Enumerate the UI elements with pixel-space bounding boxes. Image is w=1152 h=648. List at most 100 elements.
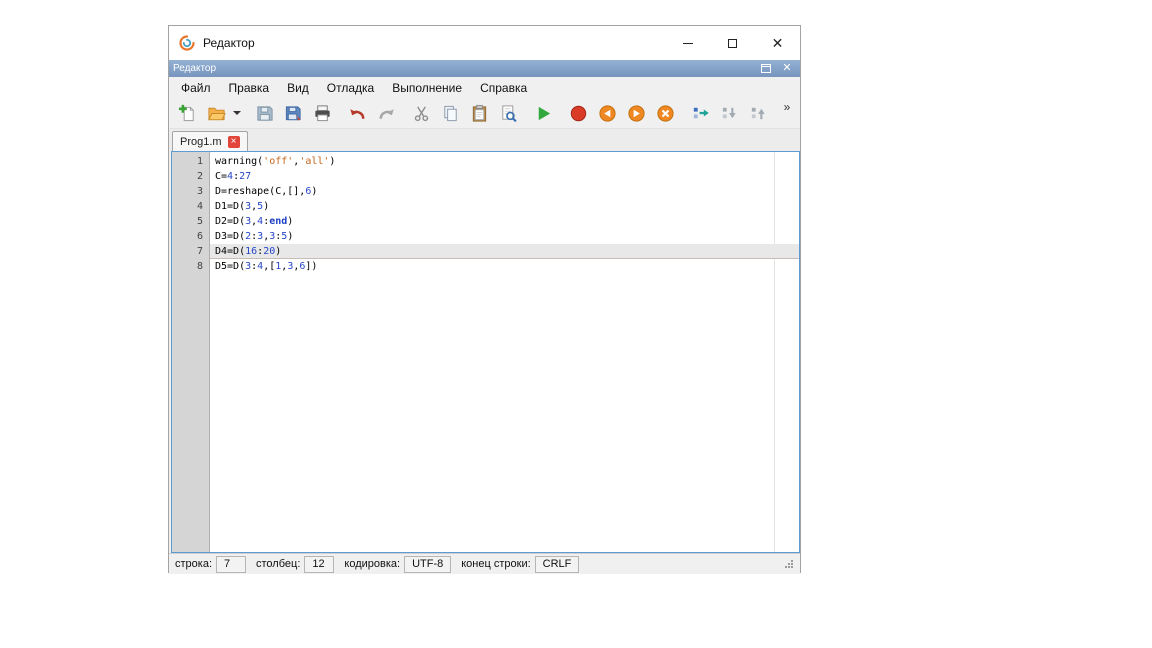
next-breakpoint-button[interactable] (623, 100, 649, 126)
dock-title: Редактор (173, 63, 216, 74)
line-number[interactable]: 3 (172, 184, 210, 199)
line-number[interactable]: 7 (172, 244, 210, 259)
eol-label: конец строки: (461, 558, 530, 570)
code-line[interactable]: 5D2=D(3,4:end) (172, 214, 799, 229)
statusbar: строка: 7 столбец: 12 кодировка: UTF-8 к… (169, 553, 800, 574)
menu-help[interactable]: Справка (471, 79, 536, 97)
tab-label: Prog1.m (180, 136, 222, 148)
tab-close-button[interactable]: × (228, 136, 240, 148)
line-number[interactable]: 2 (172, 169, 210, 184)
line-number[interactable]: 4 (172, 199, 210, 214)
find-button[interactable] (495, 100, 521, 126)
undo-button[interactable] (344, 100, 370, 126)
undock-button[interactable] (759, 62, 773, 76)
toggle-breakpoint-button[interactable] (565, 100, 591, 126)
column-value: 12 (304, 556, 334, 573)
undock-icon (761, 64, 771, 73)
paste-button[interactable] (466, 100, 492, 126)
toggle-breakpoint-icon (569, 104, 588, 123)
code-line[interactable]: 6D3=D(2:3,3:5) (172, 229, 799, 244)
eol-value: CRLF (535, 556, 580, 573)
toolbar-overflow-button[interactable]: » (779, 99, 795, 115)
run-icon (534, 104, 553, 123)
code-line[interactable]: 7D4=D(16:20) (172, 244, 799, 259)
code-line-text[interactable]: D1=D(3,5) (210, 199, 799, 214)
code-line-text[interactable]: D=reshape(C,[],6) (210, 184, 799, 199)
desktop: Редактор ✕ Редактор ✕ Файл Правка Вид От… (0, 0, 1152, 648)
next-breakpoint-icon (627, 104, 646, 123)
menu-debug[interactable]: Отладка (318, 79, 383, 97)
save-icon (255, 104, 274, 123)
window-titlebar[interactable]: Редактор ✕ (169, 26, 800, 60)
line-number[interactable]: 8 (172, 259, 210, 274)
code-line[interactable]: 1warning('off','all') (172, 154, 799, 169)
line-number[interactable]: 5 (172, 214, 210, 229)
redo-button[interactable] (373, 100, 399, 126)
save-as-button[interactable] (280, 100, 306, 126)
column-label: столбец: (256, 558, 300, 570)
code-line-text[interactable]: D3=D(2:3,3:5) (210, 229, 799, 244)
dock-titlebar[interactable]: Редактор ✕ (169, 60, 800, 77)
print-button[interactable] (309, 100, 335, 126)
cut-button[interactable] (408, 100, 434, 126)
editor-window: Редактор ✕ Редактор ✕ Файл Правка Вид От… (168, 25, 801, 573)
code-line-text[interactable]: D4=D(16:20) (210, 244, 799, 259)
save-as-icon (284, 104, 303, 123)
minimize-icon (683, 43, 693, 44)
save-button[interactable] (251, 100, 277, 126)
step-in-button[interactable] (716, 100, 742, 126)
dock-close-button[interactable]: ✕ (780, 62, 794, 76)
menu-file[interactable]: Файл (172, 79, 220, 97)
octave-logo-icon (179, 35, 195, 51)
dock-close-icon: ✕ (782, 63, 791, 74)
line-label: строка: (175, 558, 212, 570)
line-number[interactable]: 6 (172, 229, 210, 244)
code-area[interactable]: 1warning('off','all')2C=4:273D=reshape(C… (172, 152, 799, 552)
copy-button[interactable] (437, 100, 463, 126)
maximize-icon (728, 39, 737, 48)
previous-breakpoint-icon (598, 104, 617, 123)
step-icon (691, 104, 710, 123)
step-button[interactable] (687, 100, 713, 126)
find-icon (499, 104, 518, 123)
code-line[interactable]: 3D=reshape(C,[],6) (172, 184, 799, 199)
code-line-text[interactable]: C=4:27 (210, 169, 799, 184)
menu-edit[interactable]: Правка (220, 79, 279, 97)
step-out-button[interactable] (745, 100, 771, 126)
code-line-text[interactable]: warning('off','all') (210, 154, 799, 169)
open-file-button[interactable] (203, 100, 229, 126)
open-file-dropdown-icon (233, 109, 241, 117)
code-line-text[interactable]: D5=D(3:4,[1,3,6]) (210, 259, 799, 274)
previous-breakpoint-button[interactable] (594, 100, 620, 126)
paste-icon (470, 104, 489, 123)
copy-icon (441, 104, 460, 123)
resize-grip-icon (784, 559, 794, 569)
minimize-button[interactable] (665, 26, 710, 60)
menu-run[interactable]: Выполнение (383, 79, 471, 97)
open-file-icon (207, 104, 226, 123)
code-line[interactable]: 4D1=D(3,5) (172, 199, 799, 214)
line-number[interactable]: 1 (172, 154, 210, 169)
code-line-text[interactable]: D2=D(3,4:end) (210, 214, 799, 229)
new-script-icon (178, 104, 197, 123)
menu-view[interactable]: Вид (278, 79, 318, 97)
encoding-label: кодировка: (344, 558, 400, 570)
step-in-icon (720, 104, 739, 123)
new-script-button[interactable] (174, 100, 200, 126)
print-icon (313, 104, 332, 123)
close-button[interactable]: ✕ (755, 26, 800, 60)
open-file-dropdown-button[interactable] (232, 100, 242, 126)
code-line[interactable]: 8D5=D(3:4,[1,3,6]) (172, 259, 799, 274)
run-button[interactable] (530, 100, 556, 126)
redo-icon (377, 104, 396, 123)
tab-prog1[interactable]: Prog1.m × (172, 131, 248, 151)
close-icon: ✕ (772, 36, 784, 50)
resize-grip[interactable] (784, 559, 794, 569)
window-title: Редактор (203, 36, 255, 50)
code-editor[interactable]: 1warning('off','all')2C=4:273D=reshape(C… (171, 151, 800, 553)
maximize-button[interactable] (710, 26, 755, 60)
remove-breakpoints-button[interactable] (652, 100, 678, 126)
remove-breakpoints-icon (656, 104, 675, 123)
toolbar: » (169, 98, 800, 129)
code-line[interactable]: 2C=4:27 (172, 169, 799, 184)
